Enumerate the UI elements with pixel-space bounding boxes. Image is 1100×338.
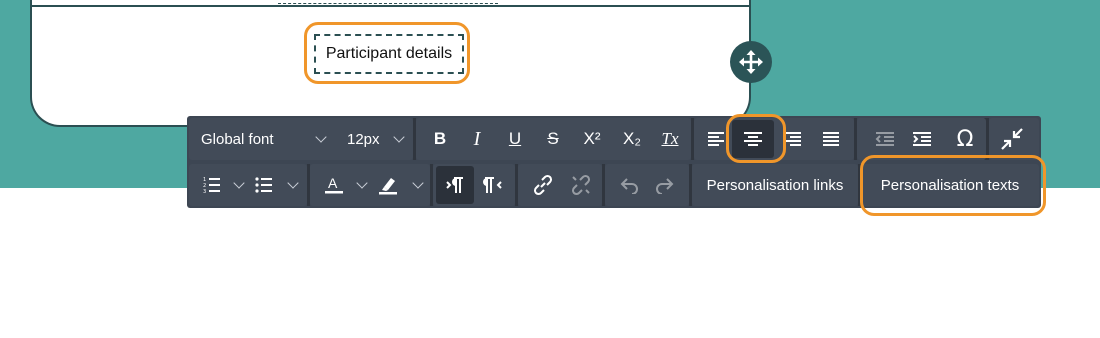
- subscript-button[interactable]: X₂: [612, 120, 652, 158]
- redo-icon: [656, 178, 674, 194]
- outdent-button[interactable]: [867, 120, 903, 158]
- bold-button[interactable]: B: [422, 120, 458, 158]
- link-group: [518, 164, 602, 206]
- move-handle[interactable]: [730, 41, 772, 83]
- link-icon: [533, 174, 553, 196]
- font-family-select[interactable]: Global font: [189, 120, 335, 158]
- chevron-down-icon: [287, 176, 299, 189]
- color-group: A: [310, 164, 430, 206]
- highlight-personalisation-texts: [860, 155, 1046, 216]
- font-family-value: Global font: [201, 130, 274, 148]
- outdent-icon: [875, 132, 894, 146]
- undo-button[interactable]: [611, 166, 647, 204]
- ltr-paragraph-icon: [446, 177, 463, 193]
- highlighter-icon: [379, 178, 397, 195]
- personalisation-links-label: Personalisation links: [706, 176, 844, 194]
- font-size-select[interactable]: 12px: [335, 120, 411, 158]
- chevron-down-icon: [393, 130, 405, 143]
- text-color-button[interactable]: A: [318, 166, 372, 204]
- svg-text:3: 3: [203, 189, 206, 193]
- align-left-icon: [708, 132, 724, 146]
- special-char-group: Ω: [944, 118, 986, 160]
- underline-icon: U: [508, 129, 522, 148]
- exit-fullscreen-button[interactable]: [989, 120, 1035, 158]
- font-size-value: 12px: [347, 130, 380, 148]
- move-arrows-icon: [739, 50, 763, 74]
- subscript-icon: X₂: [623, 129, 641, 148]
- highlight-color-button[interactable]: [372, 166, 428, 204]
- remove-link-button[interactable]: [562, 166, 600, 204]
- history-group: [605, 164, 689, 206]
- chevron-down-icon: [412, 176, 424, 189]
- personalisation-links-button[interactable]: Personalisation links: [692, 166, 858, 204]
- clear-format-button[interactable]: Tx: [652, 120, 688, 158]
- bullet-list-button[interactable]: [249, 166, 303, 204]
- redo-button[interactable]: [647, 166, 683, 204]
- strikethrough-button[interactable]: S: [534, 120, 572, 158]
- italic-icon: I: [473, 127, 481, 150]
- dashed-block-outline: [278, 0, 498, 4]
- special-character-button[interactable]: Ω: [944, 120, 986, 158]
- insert-link-button[interactable]: [524, 166, 562, 204]
- highlight-participant-details: [304, 22, 470, 84]
- strikethrough-icon: S: [547, 129, 559, 148]
- bullet-list-icon: [255, 177, 272, 193]
- personalisation-links-group: Personalisation links: [692, 164, 858, 206]
- align-right-icon: [785, 132, 801, 146]
- card-top-border: [30, 5, 751, 7]
- bold-icon: B: [433, 129, 447, 148]
- italic-button[interactable]: I: [458, 120, 496, 158]
- direction-group: [433, 164, 515, 206]
- ltr-button[interactable]: [436, 166, 474, 204]
- align-justify-icon: [823, 132, 839, 146]
- fullscreen-group: [989, 118, 1039, 160]
- collapse-arrows-icon: [1001, 128, 1023, 150]
- rtl-button[interactable]: [474, 166, 512, 204]
- highlight-align-center: [726, 114, 786, 163]
- indent-button[interactable]: [903, 120, 941, 158]
- text-color-icon: A: [325, 175, 343, 194]
- superscript-button[interactable]: X²: [572, 120, 612, 158]
- superscript-icon: X²: [583, 129, 601, 148]
- underline-button[interactable]: U: [496, 120, 534, 158]
- undo-icon: [620, 178, 638, 194]
- svg-text:A: A: [328, 175, 338, 191]
- rtl-paragraph-icon: [483, 177, 502, 193]
- chevron-down-icon: [356, 176, 368, 189]
- chevron-down-icon: [315, 130, 327, 143]
- chevron-down-icon: [233, 176, 245, 189]
- numbered-list-button[interactable]: 123: [197, 166, 249, 204]
- font-group: Global font 12px: [189, 118, 413, 160]
- unlink-icon: [571, 174, 591, 196]
- clear-format-icon: Tx: [661, 129, 679, 148]
- indent-icon: [913, 132, 931, 146]
- numbered-list-icon: 123: [203, 177, 220, 193]
- list-group: 123: [189, 164, 307, 206]
- omega-icon: Ω: [956, 126, 974, 152]
- format-group: B I U S X² X₂ Tx: [416, 118, 691, 160]
- align-justify-button[interactable]: [812, 120, 850, 158]
